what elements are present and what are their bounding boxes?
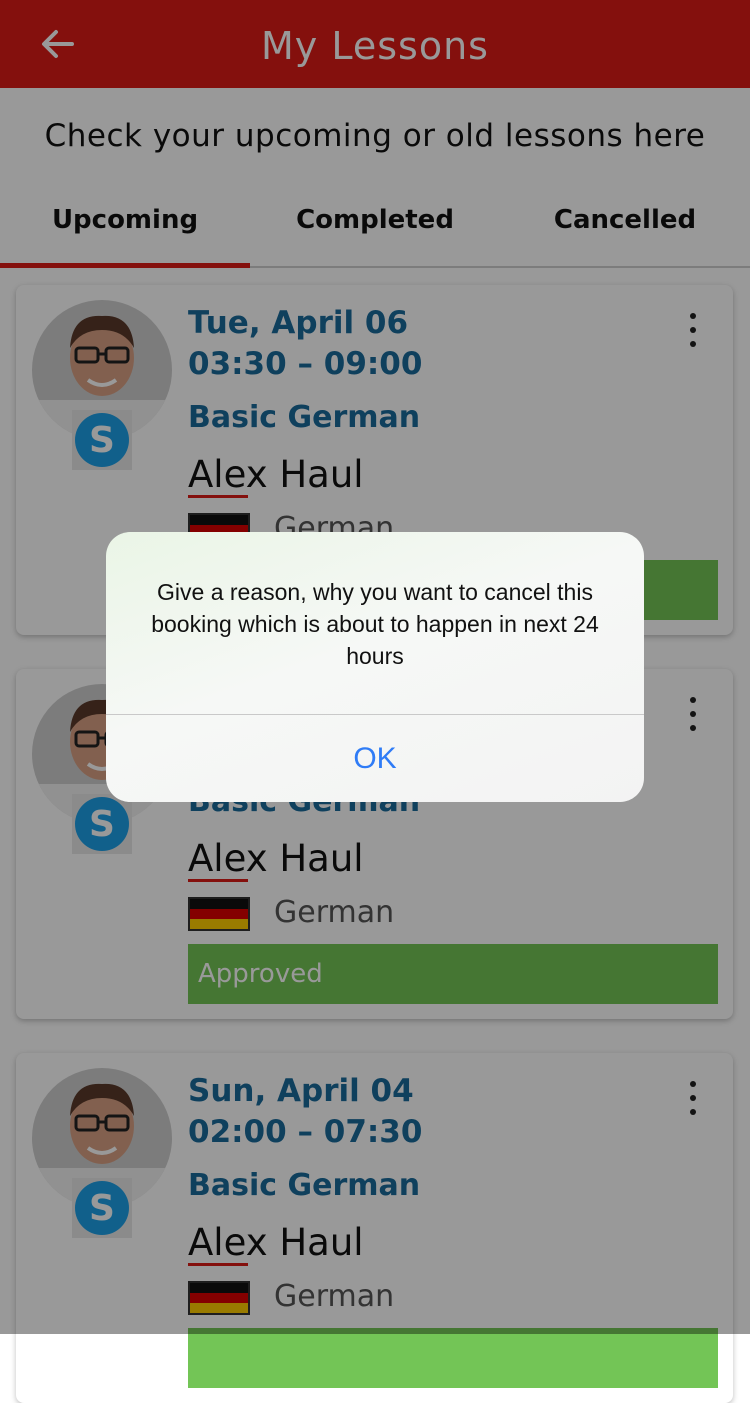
status-badge xyxy=(188,1328,718,1388)
cancel-reason-dialog: Give a reason, why you want to cancel th… xyxy=(106,532,644,802)
dialog-message: Give a reason, why you want to cancel th… xyxy=(151,579,599,669)
ok-button[interactable]: OK xyxy=(106,715,644,802)
